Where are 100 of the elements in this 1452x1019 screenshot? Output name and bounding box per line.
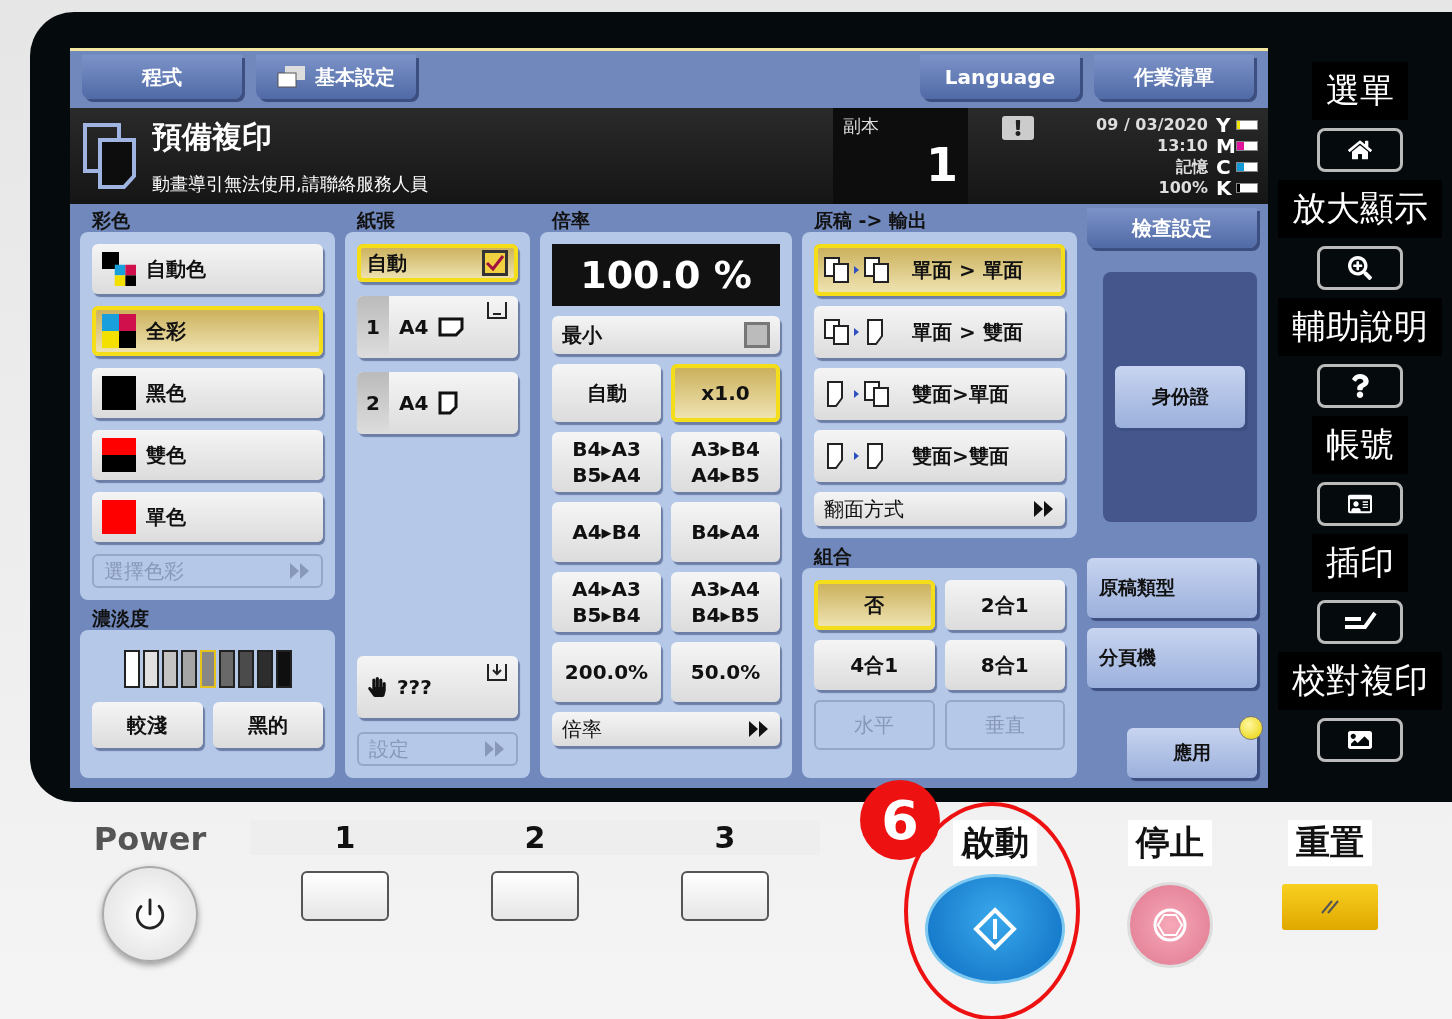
original-type-button[interactable]: 原稿類型 — [1087, 558, 1257, 618]
section-title: 彩色 — [90, 208, 131, 232]
download-tray-icon — [486, 662, 508, 682]
power-button[interactable] — [102, 866, 198, 962]
key-label: 選單 — [1312, 62, 1408, 120]
stop-label: 停止 — [1128, 820, 1212, 866]
section-title: 組合 — [812, 544, 853, 568]
color-swatch-icon — [102, 252, 136, 286]
combine-button[interactable]: 2合1 — [944, 580, 1065, 630]
color-mode-button[interactable]: 單色 — [92, 492, 323, 542]
duplex-button[interactable]: 單面 > 雙面 — [814, 306, 1065, 358]
key-label: 校對複印 — [1278, 652, 1442, 710]
picture-icon — [1348, 728, 1372, 752]
power-label: Power — [92, 820, 208, 858]
double-chevron-icon — [289, 562, 311, 580]
hard-key[interactable] — [1317, 482, 1403, 526]
check-settings-tab[interactable]: 檢查設定 — [1087, 208, 1257, 248]
register-key-label: 3 — [630, 820, 820, 855]
zoom-more-button[interactable]: 倍率 — [552, 712, 780, 746]
paper-landscape-icon — [438, 317, 465, 337]
memory-label: 記憶 — [1176, 156, 1208, 177]
register-key[interactable] — [681, 871, 769, 921]
status-title: 預備複印 — [152, 117, 273, 156]
paper-portrait-icon — [438, 391, 459, 415]
register-key[interactable] — [491, 871, 579, 921]
window-icon — [277, 65, 307, 89]
color-mode-button[interactable]: 黑色 — [92, 368, 323, 418]
zoom-display: 100.0 % — [552, 244, 780, 306]
zoom-preset-button[interactable]: A4▸B4 — [552, 502, 661, 562]
zoom-preset-button[interactable]: A4▸A3 B5▸B4 — [552, 572, 661, 632]
toner-letter: Y — [1216, 112, 1230, 137]
hard-key[interactable] — [1317, 718, 1403, 762]
diamond-icon — [973, 907, 1017, 951]
zoom-in-icon — [1348, 256, 1372, 280]
hand-icon — [367, 677, 387, 697]
top-tab[interactable]: 基本設定 — [256, 55, 416, 99]
status-message: 動畫導引無法使用,請聯絡服務人員 — [152, 171, 428, 196]
duplex-button[interactable]: 單面 > 單面 — [814, 244, 1065, 296]
minimum-button[interactable]: 最小 — [552, 316, 780, 354]
home-icon — [1348, 138, 1372, 162]
combine-button[interactable]: 4合1 — [814, 640, 935, 690]
toner-gauge — [1236, 182, 1258, 193]
density-button[interactable]: 黑的 — [212, 702, 323, 748]
top-tab[interactable]: Language — [920, 55, 1080, 99]
color-swatch-icon — [102, 314, 136, 348]
toner-gauge — [1236, 161, 1258, 172]
tray-icon — [486, 302, 508, 320]
section-title: 紙張 — [355, 208, 396, 232]
color-mode-button[interactable]: 雙色 — [92, 430, 323, 480]
density-button[interactable]: 較淺 — [92, 702, 203, 748]
key-label: 放大顯示 — [1278, 180, 1442, 238]
color-mode-button[interactable]: 自動色 — [92, 244, 323, 294]
paper-tray-button[interactable]: 1 A4 — [357, 296, 518, 358]
double-chevron-icon — [484, 740, 506, 758]
apply-button[interactable]: 應用 — [1127, 728, 1257, 778]
id-card-button[interactable]: 身份證 — [1115, 366, 1245, 428]
memory-value: 100% — [1158, 177, 1208, 198]
duplex-button[interactable]: 雙面>單面 — [814, 368, 1065, 420]
hard-key[interactable] — [1317, 128, 1403, 172]
top-tab[interactable]: 程式 — [82, 55, 242, 99]
zoom-preset-button[interactable]: 200.0% — [552, 642, 661, 702]
color-mode-button[interactable]: 全彩 — [92, 306, 323, 356]
toner-gauge — [1236, 119, 1258, 130]
warning-icon[interactable] — [1002, 116, 1034, 140]
register-key[interactable] — [301, 871, 389, 921]
key-label: 帳號 — [1312, 416, 1408, 474]
hard-key[interactable] — [1317, 600, 1403, 644]
separator-button[interactable]: 分頁機 — [1087, 628, 1257, 688]
paper-tray-button[interactable]: 2 A4 — [357, 372, 518, 434]
zoom-preset-button[interactable]: 自動 — [552, 364, 661, 422]
step-badge: 6 — [860, 780, 940, 860]
color-swatch-icon — [102, 500, 136, 534]
zoom-preset-button[interactable]: A3▸A4 B4▸B5 — [671, 572, 780, 632]
manual-feed-button[interactable]: ??? — [357, 656, 518, 718]
flip-method-button[interactable]: 翻面方式 — [814, 492, 1065, 526]
section-title: 倍率 — [550, 208, 591, 232]
paper-auto-button[interactable]: 自動 — [357, 244, 518, 282]
combine-button[interactable]: 否 — [814, 580, 935, 630]
top-tab[interactable]: 作業清單 — [1094, 55, 1254, 99]
zoom-preset-button[interactable]: A3▸B4 A4▸B5 — [671, 432, 780, 492]
toner-gauge — [1236, 140, 1258, 151]
section-title: 原稿 -> 輸出 — [813, 208, 929, 232]
reset-label: 重置 — [1288, 820, 1372, 866]
combine-button[interactable]: 8合1 — [944, 640, 1065, 690]
hard-key[interactable] — [1317, 364, 1403, 408]
section-title: 濃淡度 — [91, 606, 150, 630]
power-icon — [133, 897, 167, 931]
double-chevron-icon — [1033, 500, 1055, 518]
register-key-label: 2 — [440, 820, 630, 855]
double-chevron-icon — [748, 720, 770, 738]
key-label: 輔助說明 — [1278, 298, 1442, 356]
zoom-preset-button[interactable]: B4▸A3 B5▸A4 — [552, 432, 661, 492]
hard-key[interactable] — [1317, 246, 1403, 290]
zoom-preset-button[interactable]: x1.0 — [671, 364, 780, 422]
copy-document-icon — [82, 122, 138, 190]
zoom-preset-button[interactable]: B4▸A4 — [671, 502, 780, 562]
color-swatch-icon — [102, 438, 136, 472]
duplex-button[interactable]: 雙面>雙面 — [814, 430, 1065, 482]
copies-count: 1 — [925, 138, 958, 192]
zoom-preset-button[interactable]: 50.0% — [671, 642, 780, 702]
